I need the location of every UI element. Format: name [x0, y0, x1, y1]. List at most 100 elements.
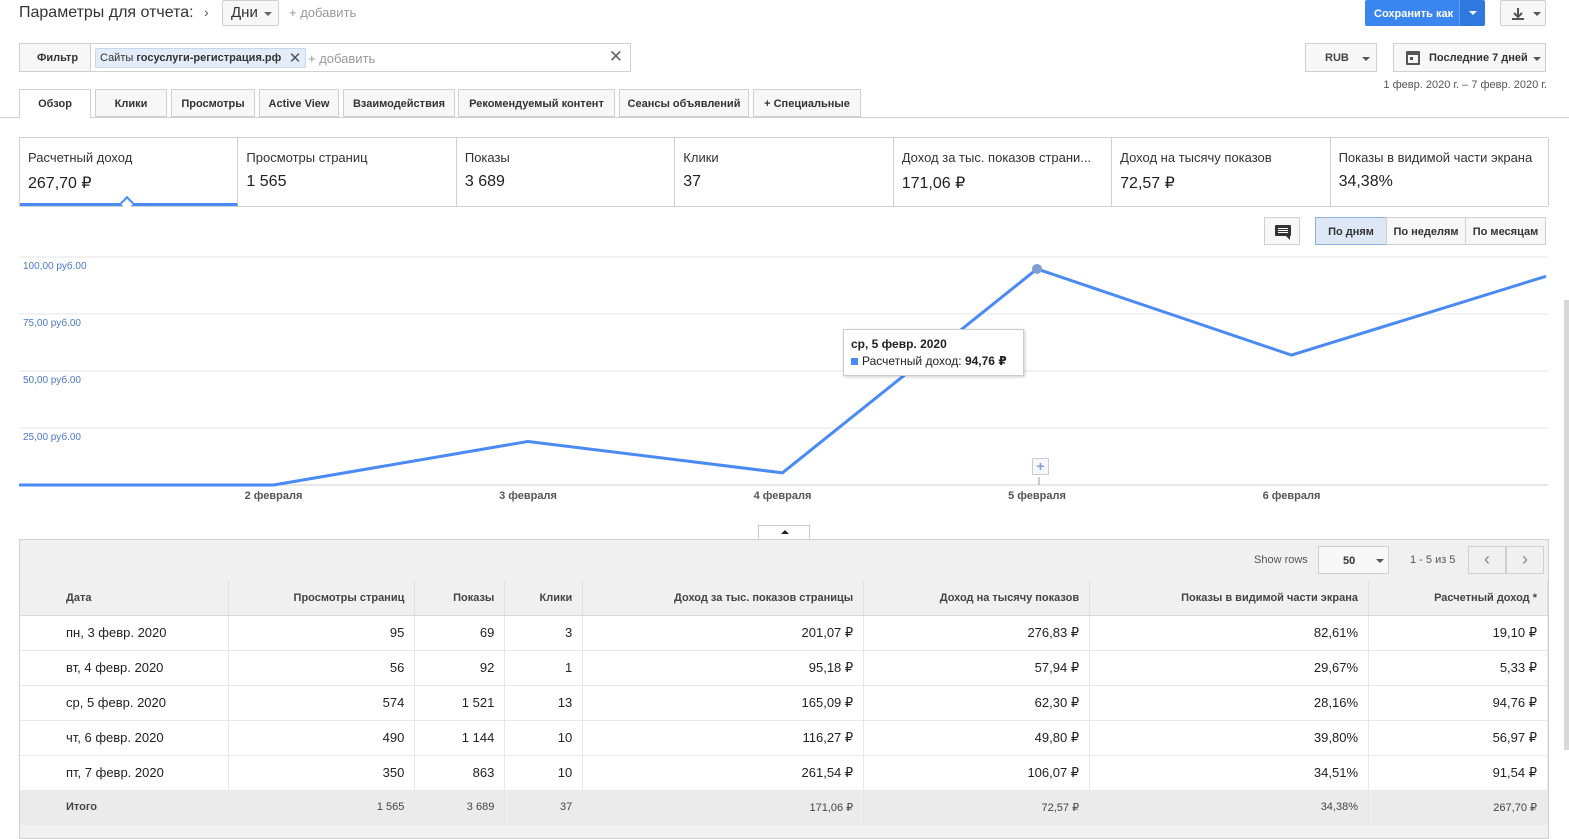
table-cell: 72,57 ₽: [863, 790, 1091, 825]
table-cell: 82,61%: [1089, 615, 1369, 651]
table-cell: 171,06 ₽: [582, 790, 865, 825]
scorecard-6[interactable]: Показы в видимой части экрана 34,38%: [1331, 138, 1549, 206]
plus-icon: +: [764, 98, 774, 110]
close-icon[interactable]: ✕: [289, 49, 302, 67]
dimension-label: Дни: [231, 4, 258, 21]
tab-3[interactable]: Active View: [259, 89, 339, 117]
granularity-option-0[interactable]: По дням: [1315, 217, 1387, 245]
column-header[interactable]: Доход за тыс. показов страницы: [582, 581, 865, 616]
y-tick-label: 100,00 руб.00: [23, 260, 87, 272]
collapse-chart-button[interactable]: [758, 525, 810, 540]
column-header[interactable]: Доход на тысячу показов: [863, 581, 1091, 616]
granularity-option-1[interactable]: По неделям: [1386, 217, 1466, 245]
prev-page-button[interactable]: ‹: [1468, 546, 1506, 574]
scorecard-value: 1 565: [246, 173, 287, 190]
table-total-row: Итого 1 565 3 689 37 171,06 ₽72,57 ₽34,38% 26…: [20, 790, 1548, 825]
chevron-left-icon: ‹: [1484, 549, 1490, 569]
column-header[interactable]: Просмотры страниц: [228, 581, 416, 616]
table-row: чт, 6 февр. 2020 490 1 144 10 116,27 ₽49,80 …: [20, 720, 1548, 756]
table-cell: 10: [504, 755, 584, 791]
column-header[interactable]: Дата: [20, 581, 230, 616]
scorecard-label: Клики: [683, 150, 719, 165]
tab-7[interactable]: + Специальные: [753, 89, 861, 117]
table-cell: 95,18 ₽: [582, 650, 865, 686]
scorecard-3[interactable]: Клики 37: [675, 138, 894, 206]
table-cell: 276,83 ₽: [863, 615, 1091, 651]
save-options-button[interactable]: [1459, 0, 1485, 26]
tooltip-title: ср, 5 февр. 2020: [851, 337, 947, 351]
tab-label: Клики: [114, 98, 148, 110]
table-cell: 574: [228, 685, 416, 721]
x-tick-label: 2 февраля: [245, 490, 303, 502]
tab-5[interactable]: Рекомендуемый контент: [458, 89, 615, 117]
date-range-dropdown[interactable]: Последние 7 дней: [1393, 43, 1546, 72]
page-scrollbar[interactable]: [1564, 300, 1569, 750]
filter-input[interactable]: Сайты госуслуги-регистрация.рф ✕ + добав…: [90, 43, 631, 72]
data-table-panel: Show rows 50 1 - 5 из 5 ‹ › Дата Просмотр…: [19, 539, 1549, 839]
chevron-down-icon: [1362, 57, 1370, 61]
table-cell: 94,76 ₽: [1368, 685, 1548, 721]
tooltip-value: 94,76 ₽: [964, 354, 1007, 368]
scorecard-2[interactable]: Показы 3 689: [457, 138, 676, 206]
scorecard-value: 3 689: [464, 173, 505, 190]
scorecard-0[interactable]: Расчетный доход 267,70 ₽: [20, 138, 239, 211]
data-table: Дата Просмотры страниц Показы Клики Доход за…: [20, 581, 1548, 825]
y-tick-label: 50,00 руб.00: [23, 374, 81, 386]
scorecard-4[interactable]: Доход за тыс. показов страни... 171,06 ₽: [894, 138, 1113, 206]
table-cell: 69: [414, 615, 506, 651]
scorecard-value: 34,38%: [1338, 173, 1393, 190]
tab-label: Взаимодействия: [352, 98, 446, 110]
scorecard-label: Доход за тыс. показов страни...: [901, 150, 1092, 165]
tab-1[interactable]: Клики: [95, 89, 167, 117]
currency-dropdown[interactable]: RUB: [1305, 43, 1377, 72]
column-header[interactable]: Расчетный доход *: [1368, 581, 1548, 616]
table-cell: 5,33 ₽: [1368, 650, 1548, 686]
scorecard-label: Показы в видимой части экрана: [1338, 150, 1533, 165]
next-page-button[interactable]: ›: [1506, 546, 1544, 574]
scorecard-1[interactable]: Просмотры страниц 1 565: [238, 138, 457, 206]
show-rows-dropdown[interactable]: 50: [1318, 546, 1389, 574]
column-header[interactable]: Показы: [414, 581, 506, 616]
table-cell: чт, 6 февр. 2020: [20, 720, 230, 756]
clear-filter-icon[interactable]: ✕: [609, 47, 623, 67]
tab-4[interactable]: Взаимодействия: [343, 89, 455, 117]
tab-0[interactable]: Обзор: [19, 89, 91, 119]
table-cell: 261,54 ₽: [582, 755, 865, 791]
y-tick-label: 75,00 руб.00: [23, 317, 81, 329]
table-cell: 37: [504, 790, 584, 825]
save-as-button[interactable]: Сохранить как: [1365, 0, 1459, 26]
chevron-down-icon: [1376, 559, 1384, 563]
add-annotation-icon[interactable]: +: [1032, 458, 1049, 475]
table-cell: 19,10 ₽: [1368, 615, 1548, 651]
granularity-option-2[interactable]: По месяцам: [1465, 217, 1546, 245]
tooltip-row: Расчетный доход: 94,76 ₽: [851, 354, 1023, 368]
filter-add-placeholder[interactable]: + добавить: [308, 51, 375, 66]
table-row: пн, 3 февр. 2020 95 69 3 201,07 ₽276,83 ₽82,…: [20, 615, 1548, 651]
table-cell: 39,80%: [1089, 720, 1369, 756]
table-cell: 1: [504, 650, 584, 686]
table-cell: вт, 4 февр. 2020: [20, 650, 230, 686]
revenue-chart: 25,00 руб.00 50,00 руб.00 75,00 руб.00 100,…: [19, 256, 1548, 502]
chevron-down-icon: [1533, 12, 1541, 16]
tab-6[interactable]: Сеансы объявлений: [619, 89, 749, 117]
table-cell: 863: [414, 755, 506, 791]
x-tick-label: 4 февраля: [754, 490, 812, 502]
tab-label: Рекомендуемый контент: [469, 98, 604, 110]
tab-label: Active View: [268, 98, 330, 110]
column-header[interactable]: Клики: [504, 581, 584, 616]
column-header[interactable]: Показы в видимой части экрана: [1089, 581, 1369, 616]
annotations-button[interactable]: [1264, 217, 1300, 245]
dimension-dropdown[interactable]: Дни: [222, 0, 279, 26]
add-dimension-link[interactable]: + добавить: [289, 5, 356, 20]
table-cell: 91,54 ₽: [1368, 755, 1548, 791]
data-point: [1032, 263, 1042, 274]
scorecard-5[interactable]: Доход на тысячу показов 72,57 ₽: [1112, 138, 1331, 206]
filter-chip[interactable]: Сайты госуслуги-регистрация.рф ✕: [95, 48, 307, 68]
table-row: вт, 4 февр. 2020 56 92 1 95,18 ₽57,94 ₽29,67…: [20, 650, 1548, 686]
table-cell: 1 521: [414, 685, 506, 721]
scorecard-value: 171,06 ₽: [901, 175, 966, 192]
download-button[interactable]: [1500, 0, 1546, 26]
pager-text: 1 - 5 из 5: [1410, 554, 1456, 566]
tab-2[interactable]: Просмотры: [171, 89, 255, 117]
active-indicator: [119, 195, 135, 211]
